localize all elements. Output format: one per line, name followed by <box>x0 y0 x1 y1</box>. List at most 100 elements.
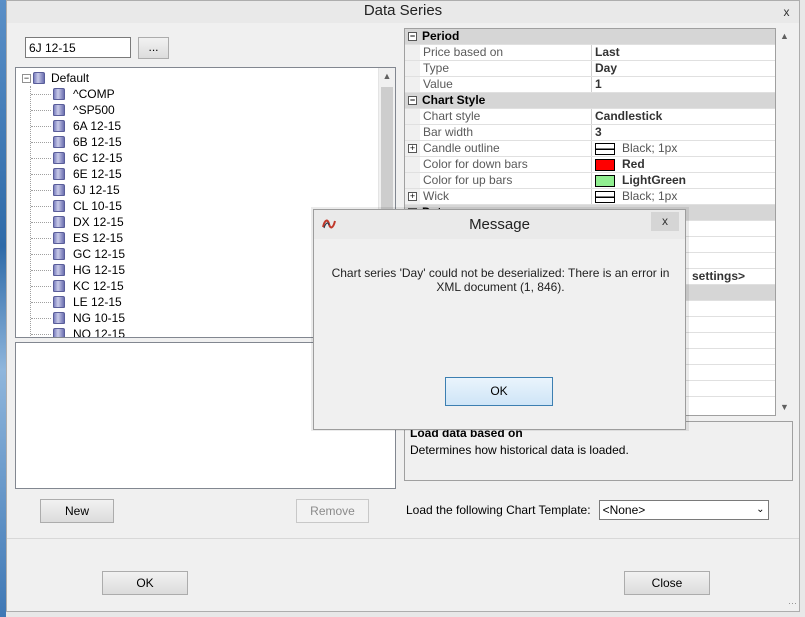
tree-item-label: NQ 12-15 <box>73 327 126 338</box>
expand-icon[interactable]: + <box>408 144 417 153</box>
chart-template-value: <None> <box>602 503 646 517</box>
property-name: Price based on <box>420 45 592 60</box>
tree-item[interactable]: HG 12-15 <box>31 262 125 278</box>
property-value: LightGreen <box>622 173 687 187</box>
tree-item[interactable]: CL 10-15 <box>31 198 125 214</box>
property-name: Wick <box>420 189 592 204</box>
property-name: Candle outline <box>420 141 592 156</box>
tree-item-label: GC 12-15 <box>73 247 126 261</box>
tree-connector <box>31 301 51 303</box>
property-row[interactable]: + Candle outline Black; 1px <box>405 141 775 157</box>
property-value[interactable]: 1 <box>592 77 775 92</box>
tree-connector <box>31 125 51 127</box>
property-value-cell[interactable]: Black; 1px <box>592 189 775 204</box>
expand-icon[interactable]: + <box>408 192 417 201</box>
message-ok-button[interactable]: OK <box>445 377 553 406</box>
tree-item-label: 6E 12-15 <box>73 167 122 181</box>
window-close-button[interactable]: x <box>778 4 795 20</box>
property-row[interactable]: + Wick Black; 1px <box>405 189 775 205</box>
message-close-button[interactable]: x <box>651 212 679 231</box>
tree-item[interactable]: DX 12-15 <box>31 214 125 230</box>
chart-template-select[interactable]: <None> ⌄ <box>598 500 769 520</box>
message-title: Message <box>469 216 530 233</box>
close-button[interactable]: Close <box>624 571 710 595</box>
tree-connector <box>31 269 51 271</box>
line-style-swatch <box>595 142 615 155</box>
tree-connector <box>31 157 51 159</box>
collapse-icon[interactable]: − <box>408 96 417 105</box>
property-value: Black; 1px <box>622 141 678 155</box>
tree-connector <box>31 109 51 111</box>
tree-root-label: Default <box>51 71 90 85</box>
database-icon <box>53 152 65 164</box>
tree-root-default[interactable]: − Default <box>22 70 89 86</box>
tree-connector <box>31 141 51 143</box>
tree-item[interactable]: 6J 12-15 <box>31 182 125 198</box>
property-name: Value <box>420 77 592 92</box>
property-name: Type <box>420 61 592 76</box>
database-icon <box>53 296 65 308</box>
scroll-up-icon[interactable]: ▲ <box>776 28 793 45</box>
property-value[interactable]: Last <box>592 45 775 60</box>
property-value[interactable]: 3 <box>592 125 775 140</box>
tree-item[interactable]: 6E 12-15 <box>31 166 125 182</box>
property-row[interactable]: Color for down bars Red <box>405 157 775 173</box>
database-icon <box>53 136 65 148</box>
property-value-cell[interactable]: Black; 1px <box>592 141 775 156</box>
property-value-cell[interactable]: LightGreen <box>592 173 775 188</box>
tree-connector <box>31 333 51 335</box>
database-icon <box>33 72 45 84</box>
tree-item-label: LE 12-15 <box>73 295 122 309</box>
property-name: Chart style <box>420 109 592 124</box>
tree-item[interactable]: 6A 12-15 <box>31 118 125 134</box>
property-row[interactable]: Bar width 3 <box>405 125 775 141</box>
tree-item[interactable]: 6B 12-15 <box>31 134 125 150</box>
tree-item[interactable]: KC 12-15 <box>31 278 125 294</box>
database-icon <box>53 312 65 324</box>
database-icon <box>53 88 65 100</box>
grid-scrollbar[interactable]: ▲ ▼ <box>776 28 793 416</box>
category-period[interactable]: − Period <box>405 29 775 45</box>
tree-item[interactable]: GC 12-15 <box>31 246 125 262</box>
browse-button[interactable]: ... <box>138 37 169 59</box>
property-row[interactable]: Value 1 <box>405 77 775 93</box>
collapse-icon[interactable]: − <box>22 73 31 83</box>
resize-grip-icon[interactable]: ⋯ <box>788 598 797 609</box>
property-row[interactable]: Type Day <box>405 61 775 77</box>
tree-item-label: DX 12-15 <box>73 215 124 229</box>
category-label: Period <box>422 29 460 43</box>
tree-item[interactable]: NG 10-15 <box>31 310 125 326</box>
tree-item[interactable]: NQ 12-15 <box>31 326 126 338</box>
property-value-cell[interactable]: Red <box>592 157 775 172</box>
tree-children: ^COMP ^SP500 6A 12-15 6B 12-15 6C 12-15 6E 12… <box>30 86 126 338</box>
window-titlebar: Data Series x <box>7 1 799 23</box>
new-button[interactable]: New <box>40 499 114 523</box>
tree-item-label: 6B 12-15 <box>73 135 122 149</box>
color-swatch-red <box>595 158 615 171</box>
tree-item[interactable]: ES 12-15 <box>31 230 125 246</box>
property-name: Color for down bars <box>420 157 592 172</box>
tree-item-label: ES 12-15 <box>73 231 124 245</box>
tree-connector <box>31 253 51 255</box>
tree-item-label: KC 12-15 <box>73 279 124 293</box>
tree-item[interactable]: LE 12-15 <box>31 294 125 310</box>
tree-connector <box>31 317 51 319</box>
message-text: Chart series 'Day' could not be deserial… <box>331 266 670 294</box>
property-value[interactable]: Candlestick <box>592 109 775 124</box>
scroll-down-icon[interactable]: ▼ <box>776 399 793 416</box>
property-value[interactable]: Day <box>592 61 775 76</box>
collapse-icon[interactable]: − <box>408 32 417 41</box>
property-row[interactable]: Price based on Last <box>405 45 775 61</box>
database-icon <box>53 104 65 116</box>
category-chart-style[interactable]: − Chart Style <box>405 93 775 109</box>
instrument-search-input[interactable] <box>25 37 131 58</box>
database-icon <box>53 184 65 196</box>
tree-item[interactable]: ^SP500 <box>31 102 125 118</box>
scroll-up-icon[interactable]: ▲ <box>379 68 395 85</box>
property-row[interactable]: Color for up bars LightGreen <box>405 173 775 189</box>
remove-button[interactable]: Remove <box>296 499 369 523</box>
property-row[interactable]: Chart style Candlestick <box>405 109 775 125</box>
tree-item[interactable]: 6C 12-15 <box>31 150 125 166</box>
tree-item[interactable]: ^COMP <box>31 86 125 102</box>
ok-button[interactable]: OK <box>102 571 188 595</box>
